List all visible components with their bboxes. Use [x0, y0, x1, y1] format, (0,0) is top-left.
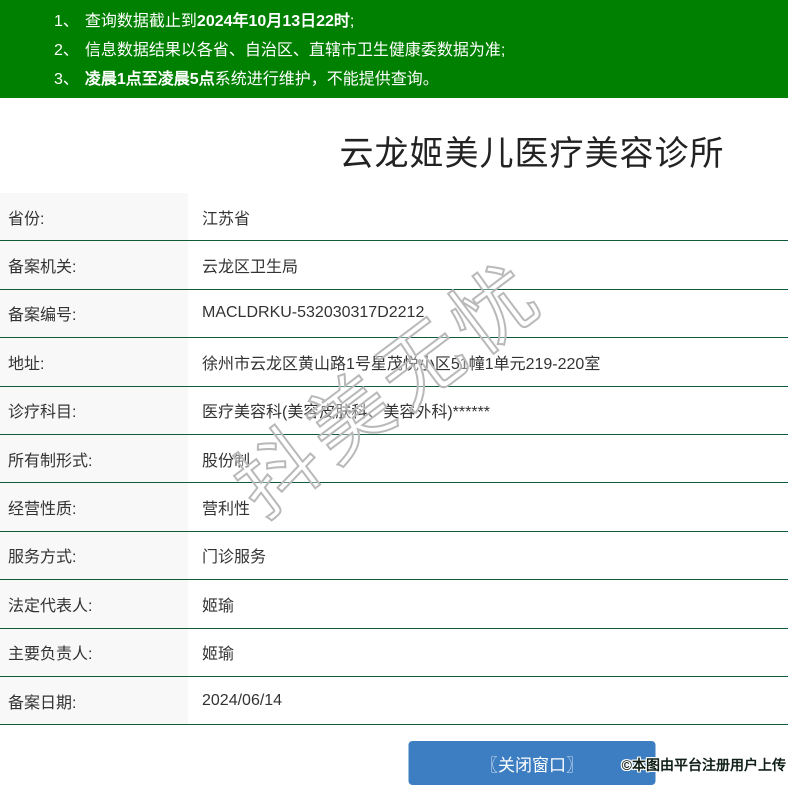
table-row: 所有制形式: 股份制 — [0, 434, 788, 484]
row-value: 股份制 — [202, 452, 251, 470]
notice-banner: 1、 查询数据截止到2024年10月13日22时; 2、 信息数据结果以各省、自治区… — [0, 0, 788, 98]
notice-line: 3、 凌晨1点至凌晨5点系统进行维护，不能提供查询。 — [54, 65, 778, 94]
notice-marker: 1、 — [54, 13, 79, 30]
row-label: 诊疗科目: — [0, 386, 188, 434]
row-label: 备案机关: — [0, 241, 188, 289]
table-row: 省份: 江苏省 — [0, 193, 788, 242]
table-row: 法定代表人: 姬瑜 — [0, 580, 788, 629]
row-label: 所有制形式: — [0, 434, 188, 483]
row-label: 备案编号: — [0, 289, 188, 338]
row-label: 地址: — [0, 338, 188, 386]
notice-text: 系统进行维护，不能提供查询。 — [214, 71, 439, 88]
row-value: 江苏省 — [202, 210, 251, 228]
row-value: 医疗美容科(美容皮肤科、美容外科)****** — [202, 404, 491, 422]
row-value: MACLDRKU-532030317D2212 — [202, 304, 425, 322]
notice-line: 1、 查询数据截止到2024年10月13日22时; — [54, 7, 778, 36]
notice-text: 信息数据结果以各省、自治区、直辖市卫生健康委数据为准; — [84, 42, 506, 59]
table-row: 诊疗科目: 医疗美容科(美容皮肤科、美容外科)****** — [0, 386, 788, 435]
row-value: 2024/06/14 — [202, 691, 283, 709]
notice-text-bold: 凌晨1点至凌晨5点 — [84, 71, 215, 88]
page-title: 云龙姬美儿医疗美容诊所 — [339, 135, 725, 173]
table-row: 备案编号: MACLDRKU-532030317D2212 — [0, 289, 788, 339]
notice-line: 2、 信息数据结果以各省、自治区、直辖市卫生健康委数据为准; — [54, 36, 778, 65]
table-row: 主要负责人: 姬瑜 — [0, 628, 788, 677]
row-value: 云龙区卫生局 — [202, 259, 299, 277]
row-label: 服务方式: — [0, 531, 188, 580]
row-value: 营利性 — [202, 501, 251, 519]
row-label: 备案日期: — [0, 676, 188, 725]
row-value: 姬瑜 — [202, 646, 235, 664]
notice-marker: 3、 — [54, 71, 79, 88]
table-row: 服务方式: 门诊服务 — [0, 531, 788, 581]
row-label: 主要负责人: — [0, 628, 188, 676]
notice-text-bold: 2024年10月13日22时 — [196, 13, 350, 30]
upload-copyright-stamp: ©本图由平台注册用户上传 — [621, 757, 786, 773]
info-table: 省份: 江苏省 备案机关: 云龙区卫生局 备案编号: MACLDRKU-5320… — [0, 193, 788, 726]
notice-text: ; — [349, 13, 355, 30]
table-row: 备案日期: 2024/06/14 — [0, 676, 788, 726]
result-page: 云龙姬美儿医疗美容诊所 省份: 江苏省 备案机关: 云龙区卫生局 备案编号: M… — [0, 98, 788, 785]
notice-text: 查询数据截止到 — [84, 13, 197, 30]
row-label: 省份: — [0, 193, 188, 241]
table-row: 备案机关: 云龙区卫生局 — [0, 241, 788, 290]
table-row: 经营性质: 营利性 — [0, 483, 788, 532]
row-label: 经营性质: — [0, 483, 188, 531]
row-value: 门诊服务 — [202, 549, 267, 567]
row-value: 徐州市云龙区黄山路1号星茂悦小区51幢1单元219-220室 — [202, 355, 601, 373]
notice-marker: 2、 — [54, 42, 79, 59]
table-row: 地址: 徐州市云龙区黄山路1号星茂悦小区51幢1单元219-220室 — [0, 338, 788, 387]
row-label: 法定代表人: — [0, 580, 188, 628]
row-value: 姬瑜 — [202, 597, 235, 615]
close-window-button[interactable]: 〖关闭窗口〗 — [408, 741, 656, 785]
